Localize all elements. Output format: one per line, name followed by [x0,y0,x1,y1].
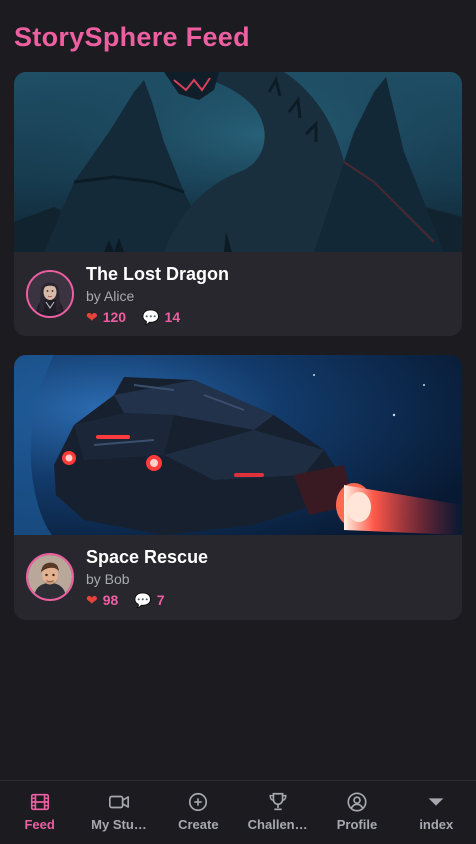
alice-avatar [28,272,72,316]
author-avatar[interactable] [26,270,74,318]
film-icon [30,793,49,811]
app-screen: StorySphere Feed The Lost Dragon by Alic… [0,0,476,844]
nav-item-index[interactable]: index [397,781,476,844]
page-title: StorySphere Feed [14,22,250,52]
author-avatar[interactable] [26,553,74,601]
comment-count[interactable]: 💬 14 [142,309,180,325]
story-cover-image[interactable] [14,72,462,252]
plus-circle-icon [189,792,208,812]
bottom-nav: Feed My Stu… Create Challen… Profile ind… [0,780,476,844]
nav-item-my-studio[interactable]: My Stu… [79,781,158,844]
story-title[interactable]: Space Rescue [86,547,208,568]
bob-avatar [28,555,72,599]
nav-item-create[interactable]: Create [159,781,238,844]
story-author[interactable]: by Bob [86,571,130,587]
nav-item-profile[interactable]: Profile [317,781,396,844]
story-cover-image[interactable] [14,355,462,535]
story-card[interactable]: The Lost Dragon by Alice ❤ 120 💬 14 [14,72,462,336]
like-count[interactable]: ❤ 98 [86,592,118,608]
dragon-image [14,72,462,252]
story-stats: ❤ 120 💬 14 [86,309,180,325]
comment-icon: 💬 [142,309,160,325]
story-author[interactable]: by Alice [86,288,134,304]
heart-icon: ❤ [86,309,98,325]
story-card-body: The Lost Dragon by Alice ❤ 120 💬 14 [14,252,462,336]
caret-down-icon [428,798,444,806]
heart-icon: ❤ [86,592,98,608]
nav-item-feed[interactable]: Feed [0,781,79,844]
story-title[interactable]: The Lost Dragon [86,264,229,285]
story-card[interactable]: Space Rescue by Bob ❤ 98 💬 7 [14,355,462,620]
nav-label: Feed [24,817,55,832]
user-circle-icon [347,792,367,812]
comment-count[interactable]: 💬 7 [134,592,164,608]
nav-label: My Stu… [91,817,147,832]
nav-label: index [419,817,454,832]
nav-item-challenges[interactable]: Challen… [238,781,317,844]
like-count[interactable]: ❤ 120 [86,309,126,325]
nav-label: Profile [336,817,378,832]
nav-label: Challen… [247,817,308,832]
story-stats: ❤ 98 💬 7 [86,592,165,608]
trophy-icon [269,792,287,811]
like-count-value: 98 [102,592,119,608]
video-camera-icon [108,795,129,809]
comment-count-value: 14 [164,309,181,325]
comment-icon: 💬 [134,592,152,608]
comment-count-value: 7 [156,592,165,608]
spaceship-image [14,355,462,535]
like-count-value: 120 [102,309,127,325]
story-card-body: Space Rescue by Bob ❤ 98 💬 7 [14,535,462,620]
nav-label: Create [178,817,219,832]
